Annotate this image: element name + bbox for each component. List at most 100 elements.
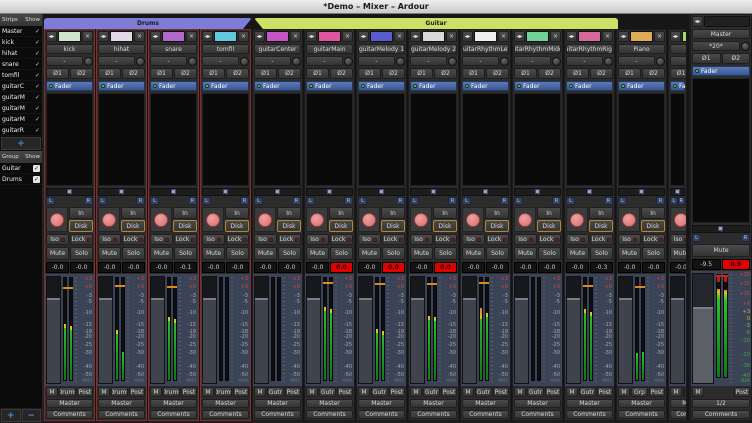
sidebar-strip-row[interactable]: guitarM✓ — [0, 114, 42, 125]
fader-handle[interactable] — [463, 298, 476, 300]
mute-button[interactable]: Mute — [254, 247, 277, 260]
processor-active-led[interactable] — [465, 84, 469, 88]
phase-invert-1-button[interactable]: Ø1 — [410, 68, 433, 79]
processor-active-led[interactable] — [695, 69, 699, 73]
group-button[interactable]: Grp — [683, 387, 685, 397]
strip-show-check[interactable]: ✓ — [35, 94, 40, 101]
peak-display[interactable]: -0.3 — [590, 262, 613, 273]
strip-show-check[interactable]: ✓ — [35, 127, 40, 134]
strip-width-button[interactable]: ◂▸ — [692, 16, 703, 27]
gain-fader[interactable] — [358, 276, 373, 384]
solo-isolate-button[interactable]: Iso — [98, 234, 121, 245]
track-name-button[interactable]: Piano — [618, 44, 665, 54]
input-button[interactable]: - — [670, 56, 687, 66]
gain-display[interactable]: -0.0 — [566, 262, 589, 273]
monitor-disk-button[interactable]: Disk — [433, 220, 457, 232]
fader-processor-entry[interactable]: Fader — [98, 81, 145, 91]
input-button[interactable]: - — [410, 56, 447, 66]
meter-point-button[interactable]: Post — [285, 387, 301, 397]
pan-track[interactable] — [46, 188, 93, 196]
phase-invert-1-button[interactable]: Ø1 — [202, 68, 225, 79]
monitor-disk-button[interactable]: Disk — [225, 220, 249, 232]
pan-left-button[interactable]: L — [98, 197, 107, 205]
processor-active-led[interactable] — [517, 84, 521, 88]
trim-knob[interactable] — [344, 57, 353, 66]
comments-button[interactable]: Comments — [98, 410, 145, 419]
pan-left-button[interactable]: L — [254, 197, 263, 205]
meter-point-button[interactable]: Post — [597, 387, 613, 397]
mute-button[interactable]: Mute — [566, 247, 589, 260]
mute-button[interactable]: Mute — [150, 247, 173, 260]
track-name-button[interactable]: guitarRhythmRight — [566, 44, 613, 54]
trim-knob[interactable] — [656, 57, 665, 66]
phase-invert-1-button[interactable]: Ø1 — [514, 68, 537, 79]
solo-button[interactable]: Solo — [330, 247, 353, 260]
trim-knob[interactable] — [604, 57, 613, 66]
gain-fader[interactable] — [254, 276, 269, 384]
monitor-input-button[interactable]: In — [381, 207, 405, 219]
peak-display[interactable]: -0.0 — [278, 262, 301, 273]
group-button[interactable]: Gutr — [527, 387, 544, 397]
comments-button[interactable]: Comments — [254, 410, 301, 419]
gain-fader[interactable] — [410, 276, 425, 384]
fader-processor-entry[interactable]: Fader — [150, 81, 197, 91]
meter-point-button[interactable]: Post — [233, 387, 249, 397]
phase-invert-2-button[interactable]: Ø2 — [174, 68, 197, 79]
trim-knob[interactable] — [240, 57, 249, 66]
record-enable-button[interactable] — [618, 207, 640, 232]
peak-display[interactable]: 0.0 — [382, 262, 405, 273]
gain-fader[interactable] — [670, 276, 685, 384]
processor-box[interactable] — [692, 78, 750, 223]
record-enable-button[interactable] — [358, 207, 380, 232]
pan-track[interactable] — [514, 188, 561, 196]
monitor-disk-button[interactable]: Disk — [69, 220, 93, 232]
phase-invert-2-button[interactable]: Ø2 — [226, 68, 249, 79]
track-color-chip[interactable] — [474, 31, 497, 42]
strip-show-check[interactable]: ✓ — [35, 50, 40, 57]
fader-handle[interactable] — [515, 298, 528, 300]
processor-active-led[interactable] — [413, 84, 417, 88]
comments-button[interactable]: Comments — [410, 410, 457, 419]
pan-right-button[interactable]: R — [500, 197, 509, 205]
output-button[interactable]: Master — [618, 399, 665, 408]
phase-invert-1-button[interactable]: Ø1 — [566, 68, 589, 79]
sidebar-strip-row[interactable]: guitarR✓ — [0, 125, 42, 136]
record-enable-button[interactable] — [202, 207, 224, 232]
strip-width-button[interactable]: ◂▸ — [462, 31, 473, 42]
solo-isolate-button[interactable]: Iso — [202, 234, 225, 245]
strip-show-check[interactable]: ✓ — [35, 28, 40, 35]
peak-display[interactable]: -0.0 — [70, 262, 93, 273]
pan-track[interactable] — [358, 188, 405, 196]
comments-button[interactable]: Comments — [566, 410, 613, 419]
input-button[interactable]: - — [46, 56, 83, 66]
monitor-input-button[interactable]: In — [589, 207, 613, 219]
hide-strip-button[interactable]: × — [602, 31, 613, 42]
solo-isolate-button[interactable]: Iso — [514, 234, 537, 245]
output-button[interactable]: Master — [358, 399, 405, 408]
monitor-input-button[interactable]: In — [485, 207, 509, 219]
fader-processor-entry[interactable]: Fader — [462, 81, 509, 91]
comments-button[interactable]: Comments — [462, 410, 509, 419]
gain-fader[interactable] — [462, 276, 477, 384]
track-color-chip[interactable] — [58, 31, 81, 42]
meter-point-button[interactable]: Post — [181, 387, 197, 397]
gain-display[interactable]: -0.0 — [670, 262, 687, 273]
fader-processor-entry[interactable]: Fader — [410, 81, 457, 91]
hide-strip-button[interactable]: × — [342, 31, 353, 42]
processor-box[interactable] — [150, 93, 197, 186]
track-color-chip[interactable] — [110, 31, 133, 42]
group-button[interactable]: Gutr — [267, 387, 284, 397]
pan-left-button[interactable]: L — [202, 197, 211, 205]
phase-invert-2-button[interactable]: Ø2 — [434, 68, 457, 79]
fader-handle[interactable] — [151, 298, 164, 300]
solo-button[interactable]: Solo — [590, 247, 613, 260]
fader-processor-entry[interactable]: Fader — [306, 81, 353, 91]
fader-processor-entry[interactable]: Fader — [202, 81, 249, 91]
pan-handle[interactable] — [431, 189, 436, 194]
pan-right-button[interactable]: R — [604, 197, 613, 205]
record-enable-button[interactable] — [462, 207, 484, 232]
metering-button[interactable]: M — [514, 387, 526, 397]
pan-track[interactable] — [462, 188, 509, 196]
pan-left-button[interactable]: L — [566, 197, 575, 205]
monitor-disk-button[interactable]: Disk — [173, 220, 197, 232]
